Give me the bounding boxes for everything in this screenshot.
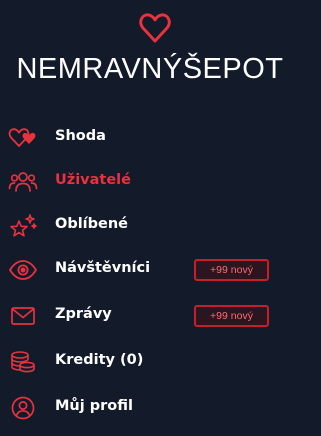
menu-item-label: Zprávy xyxy=(55,306,112,322)
menu-item-label: Můj profil xyxy=(55,398,133,414)
menu-item-label: Kredity (0) xyxy=(55,352,144,368)
menu-item-muj-profil[interactable]: Můj profil xyxy=(0,386,321,430)
envelope-icon xyxy=(8,302,38,330)
user-circle-icon xyxy=(8,394,38,422)
menu-item-navstevnici[interactable]: Návštěvníci +99 nový xyxy=(0,248,321,292)
users-icon xyxy=(8,168,38,196)
coins-icon xyxy=(8,348,38,376)
menu-item-label: Návštěvníci xyxy=(55,260,151,276)
eye-icon xyxy=(8,256,38,284)
heart-logo-icon xyxy=(139,13,171,43)
new-messages-badge[interactable]: +99 nový xyxy=(194,305,269,327)
heart-match-icon xyxy=(8,124,38,152)
menu-item-oblibene[interactable]: Oblíbené xyxy=(0,204,321,248)
brand-name: NEMRAVNÝŠEPOT xyxy=(16,53,284,85)
menu-item-kredity[interactable]: Kredity (0) xyxy=(0,340,321,384)
brand-logo[interactable]: NEMRAVNÝŠEPOT xyxy=(0,12,321,92)
sparkle-star-icon xyxy=(8,212,38,240)
menu-item-uzivatele[interactable]: Uživatelé xyxy=(0,160,321,204)
menu-item-label: Shoda xyxy=(55,128,106,144)
new-visitors-badge[interactable]: +99 nový xyxy=(194,259,269,281)
menu-item-label: Oblíbené xyxy=(55,216,129,232)
menu-item-label: Uživatelé xyxy=(55,172,131,188)
menu-item-zpravy[interactable]: Zprávy +99 nový xyxy=(0,294,321,338)
menu-item-shoda[interactable]: Shoda xyxy=(0,116,321,160)
